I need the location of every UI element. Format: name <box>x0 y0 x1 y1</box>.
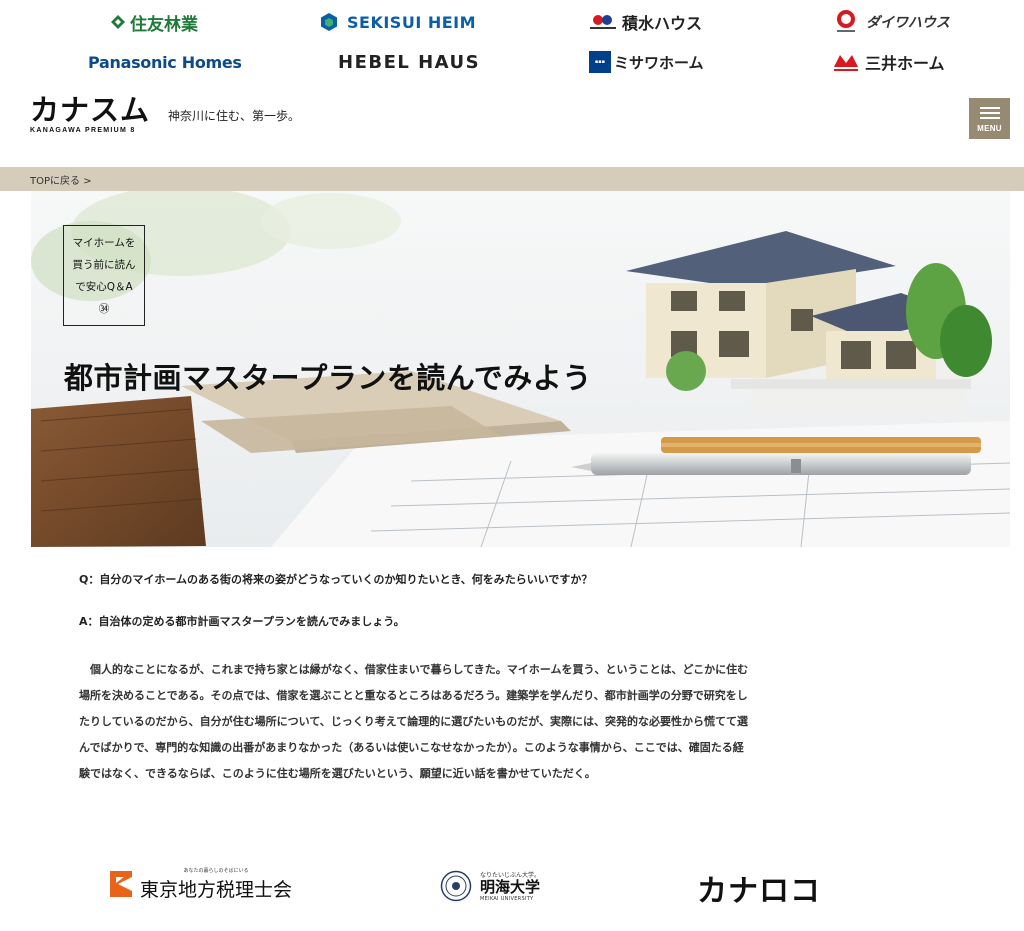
sekisui-heim-logo-link[interactable]: SEKISUI HEIM <box>319 10 476 34</box>
sekisui-heim-logo-text: SEKISUI HEIM <box>347 12 477 32</box>
series-badge: マイホームを 買う前に読ん で安心Q＆A ㉞ <box>63 225 145 326</box>
site-logo-name: カナスム <box>30 93 151 127</box>
series-badge-number: ㉞ <box>98 302 110 315</box>
sekisui-heim-logo-icon <box>321 13 337 31</box>
hebel-logo-link[interactable]: HEBEL HAUS <box>338 50 480 74</box>
misawa-logo-link[interactable]: ▪▪▪ ミサワホーム <box>589 50 704 74</box>
panasonic-logo-text: Panasonic Homes <box>88 52 242 72</box>
hero-banner: マイホームを 買う前に読ん で安心Q＆A ㉞ 都市計画マスタープランを読んでみよ… <box>31 191 1010 547</box>
meikai-seal-icon <box>440 870 472 902</box>
question-text: Q：自分のマイホームのある街の将来の姿がどうなっていくのか知りたいとき、何をみた… <box>79 573 593 586</box>
meikai-name: 明海大学 <box>480 878 541 896</box>
breadcrumb-top-link[interactable]: TOPに戻る > <box>30 172 92 187</box>
site-logo-subtitle: KANAGAWA PREMIUM 8 <box>30 127 136 134</box>
page-title: 都市計画マスタープランを読んでみよう <box>64 361 592 395</box>
sekisui-house-logo-text: 積水ハウス <box>622 14 703 33</box>
tokyo-tax-logo-text: あなたの暮らしのそばにいる 東京地方税理士会 <box>140 867 292 902</box>
mitsui-logo-link[interactable]: 三井ホーム <box>833 50 945 74</box>
paragraph-line: んでばかりで、専門的な知識の出番があまりなかった（あるいは使いこなせなかったか）… <box>79 741 744 754</box>
sumitomo-logo-link[interactable]: 住友林業 <box>110 10 198 35</box>
tokyo-tax-logo-icon <box>110 871 132 897</box>
series-badge-line: 買う前に読ん <box>72 258 136 271</box>
paragraph-line: 験ではなく、できるならば、このように住む場所を選びたいという、願望に近い話を書か… <box>79 767 596 780</box>
hebel-logo-text: HEBEL HAUS <box>338 51 481 73</box>
article-body: Q：自分のマイホームのある街の将来の姿がどうなっていくのか知りたいとき、何をみた… <box>79 571 889 787</box>
tokyo-tax-name: 東京地方税理士会 <box>140 878 293 901</box>
mitsui-logo-icon <box>834 55 858 71</box>
article-paragraph: 個人的なことになるが、これまで持ち家とは縁がなく、借家住まいで暮らしてきた。マイ… <box>79 657 889 787</box>
tokyo-tax-accountants-link[interactable]: あなたの暮らしのそばにいる 東京地方税理士会 <box>108 864 292 904</box>
site-tagline: 神奈川に住む、第一歩。 <box>168 109 301 123</box>
daiwa-logo-link[interactable]: ダイワハウス <box>834 8 950 36</box>
breadcrumb: TOPに戻る > <box>0 167 1024 191</box>
sumitomo-logo-icon <box>111 15 125 29</box>
daiwa-logo-icon <box>837 10 855 32</box>
hamburger-menu-icon <box>979 106 1000 119</box>
menu-button[interactable]: MENU <box>969 98 1010 139</box>
paragraph-line: たりしているのだから、自分が住む場所について、じっくり考えて論理的に選びたいもの… <box>79 715 749 728</box>
site-logo-link[interactable]: カナスム KANAGAWA PREMIUM 8 <box>30 95 150 137</box>
sekisui-house-logo-icon <box>590 15 616 29</box>
mitsui-logo-text: 三井ホーム <box>865 54 945 73</box>
meikai-university-link[interactable]: なりたいじぶん大学。 明海大学 MEIKAI UNIVERSITY <box>440 866 540 906</box>
answer-text: A：自治体の定める都市計画マスタープランを読んでみましょう。 <box>79 615 405 628</box>
sponsor-logos: 住友林業 SEKISUI HEIM 積水ハウス ダイワハウス Panasonic… <box>0 0 1024 84</box>
sekisui-house-logo-link[interactable]: 積水ハウス <box>588 10 702 34</box>
misawa-logo-text: ミサワホーム <box>614 53 704 72</box>
meikai-logo-text: なりたいじぶん大学。 明海大学 MEIKAI UNIVERSITY <box>480 870 540 902</box>
daiwa-logo-text: ダイワハウス <box>866 15 950 31</box>
menu-button-label: MENU <box>977 123 1002 133</box>
series-badge-line: マイホームを <box>72 236 136 249</box>
sumitomo-logo-text: 住友林業 <box>130 14 198 35</box>
meikai-english-name: MEIKAI UNIVERSITY <box>480 896 534 902</box>
panasonic-logo-link[interactable]: Panasonic Homes <box>88 50 242 74</box>
tokyo-tax-tagline: あなたの暮らしのそばにいる <box>183 867 249 874</box>
series-badge-line: で安心Q＆A <box>75 280 133 293</box>
kanaloco-link[interactable]: カナロコ <box>697 868 821 909</box>
paragraph-line: 個人的なことになるが、これまで持ち家とは縁がなく、借家住まいで暮らしてきた。マイ… <box>79 663 749 676</box>
paragraph-line: 場所を決めることである。その点では、借家を選ぶことと重なるところはあるだろう。建… <box>79 689 748 702</box>
misawa-logo-icon: ▪▪▪ <box>589 51 611 73</box>
